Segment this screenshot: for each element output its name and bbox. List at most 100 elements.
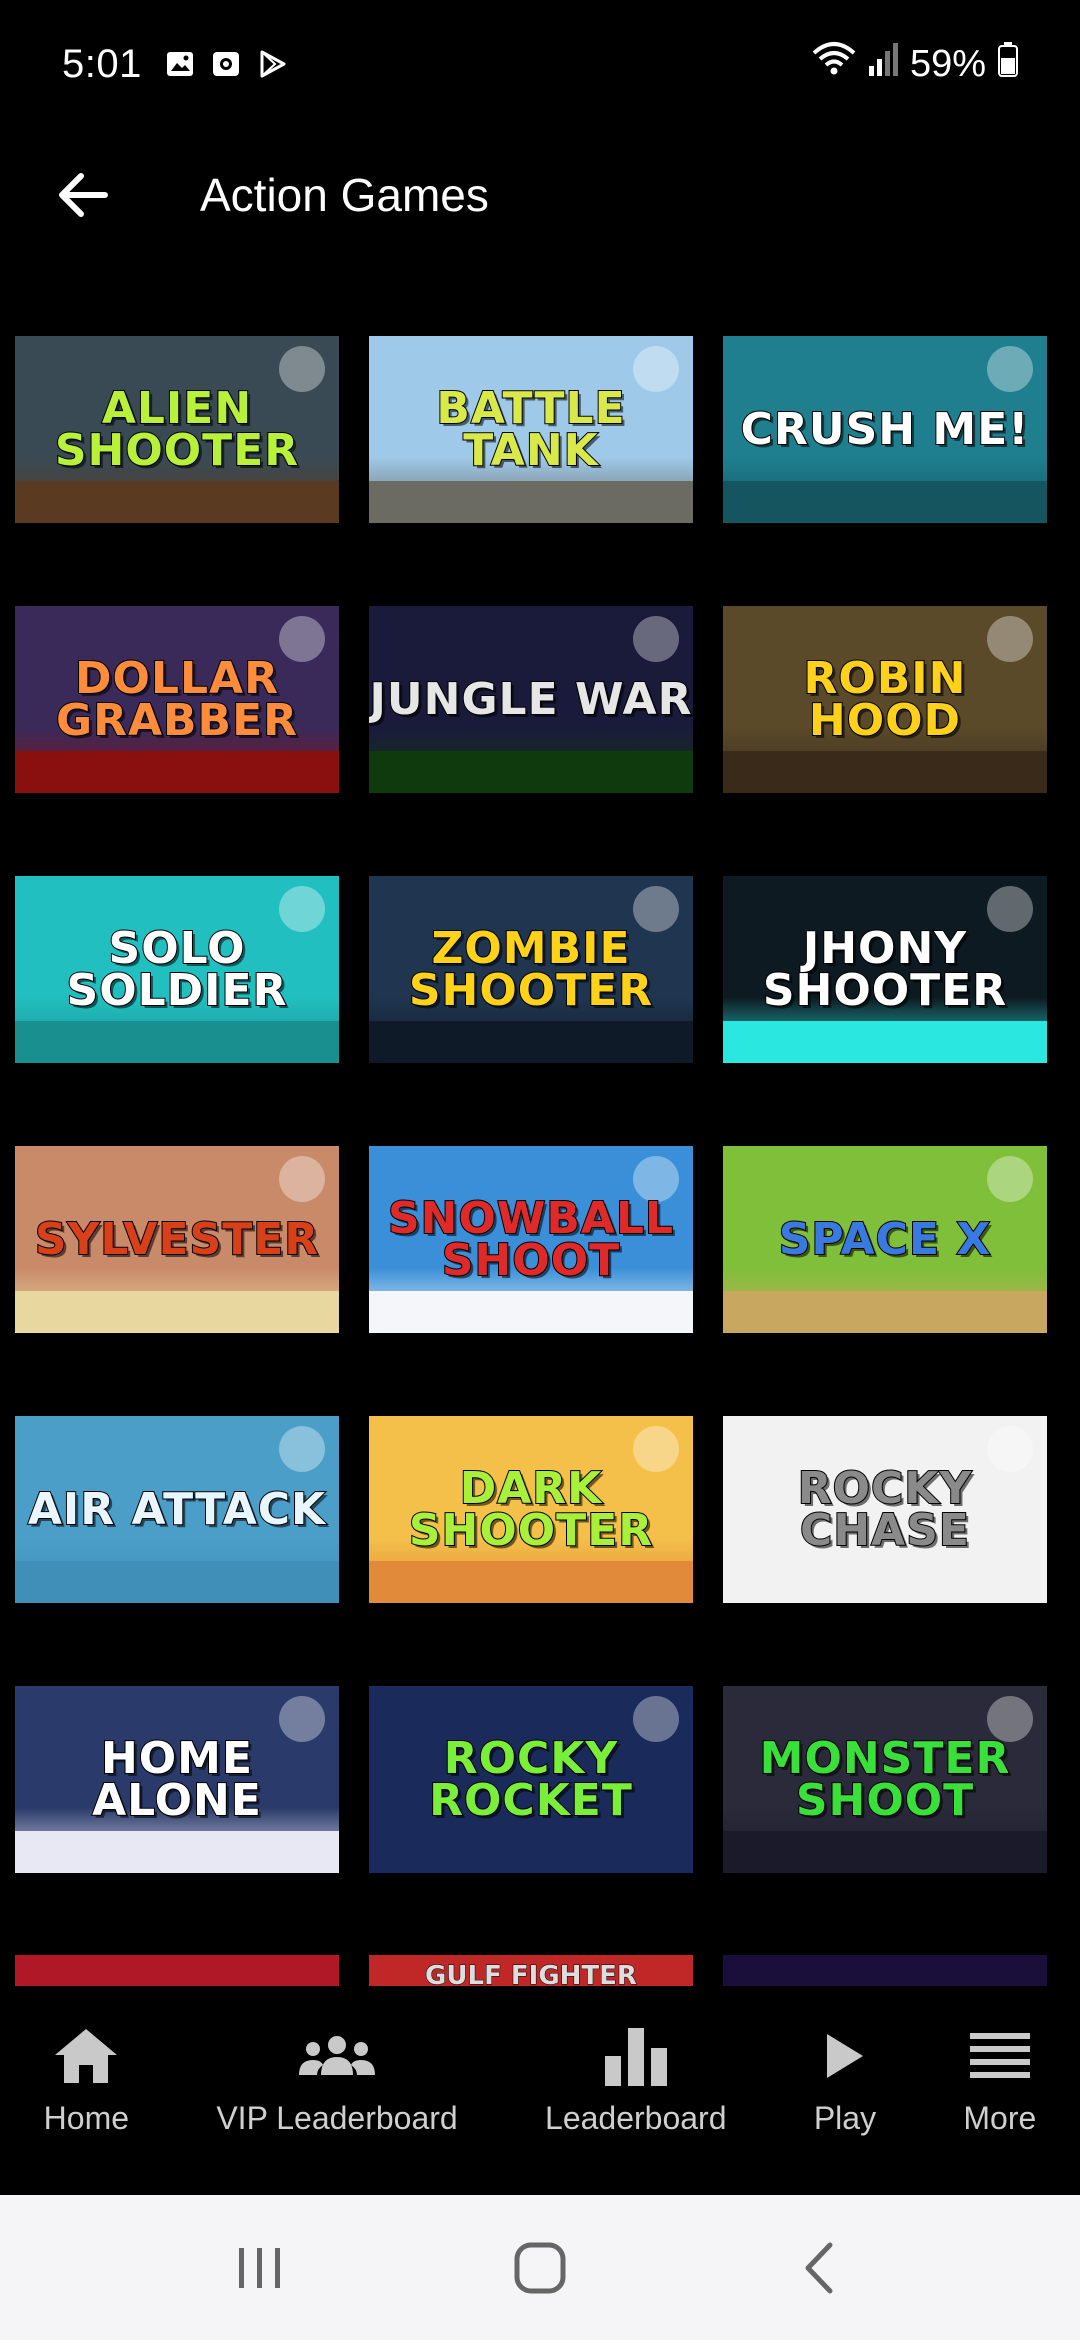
tile-decoration xyxy=(279,886,325,932)
tile-ground xyxy=(723,481,1047,523)
nav-more[interactable]: More xyxy=(963,2024,1036,2137)
game-tile[interactable]: DOLLAR GRABBER xyxy=(15,606,339,793)
game-title: GULF FIGHTER xyxy=(425,1961,638,1988)
game-tile[interactable]: ROCKY CHASE xyxy=(723,1416,1047,1603)
tile-decoration xyxy=(633,1426,679,1472)
game-title: SOLO SOLDIER xyxy=(66,922,288,1016)
game-tile[interactable]: ZOMBIE SHOOTER xyxy=(369,876,693,1063)
recents-icon xyxy=(239,2247,280,2288)
status-right: 59% xyxy=(812,41,1018,87)
system-nav-bar xyxy=(0,2195,1080,2340)
tile-decoration xyxy=(987,346,1033,392)
game-title: ALIEN SHOOTER xyxy=(54,382,300,476)
tile-ground xyxy=(723,1291,1047,1333)
tile-ground xyxy=(15,481,339,523)
game-title: SYLVESTER xyxy=(34,1213,320,1265)
page-title: Action Games xyxy=(200,169,489,221)
game-title xyxy=(723,1955,1047,1961)
app-bar: Action Games xyxy=(0,128,1080,262)
home-icon xyxy=(55,2029,118,2083)
game-title: Home Alone xyxy=(91,1732,262,1826)
nav-play[interactable]: Play xyxy=(814,2024,876,2137)
game-tile[interactable]: ALIEN SHOOTER xyxy=(15,336,339,523)
status-bar: 5:01 59% xyxy=(0,0,1080,128)
back-system-button[interactable] xyxy=(775,2223,865,2313)
game-tile[interactable]: SYLVESTER xyxy=(15,1146,339,1333)
tile-decoration xyxy=(987,886,1033,932)
tile-decoration xyxy=(633,346,679,392)
tile-decoration xyxy=(987,1426,1033,1472)
wifi-icon xyxy=(812,41,856,87)
nav-play-label: Play xyxy=(813,2100,877,2136)
tile-decoration xyxy=(279,1696,325,1742)
tile-ground xyxy=(15,1561,339,1603)
game-tile[interactable]: ROCKY ROCKET xyxy=(369,1686,693,1873)
game-title: DARK SHOOTER xyxy=(408,1462,654,1556)
game-title: JUNGLE WAR xyxy=(369,673,693,725)
game-tile-partial[interactable] xyxy=(723,1955,1047,1987)
tile-decoration xyxy=(633,616,679,662)
bottom-nav: Home VIP Leaderboard Leaderboard Play Mo… xyxy=(0,1986,1080,2195)
home-system-button[interactable] xyxy=(495,2223,585,2313)
game-title: ROCKY ROCKET xyxy=(428,1732,633,1826)
tile-ground xyxy=(15,1291,339,1333)
tile-ground xyxy=(369,1021,693,1063)
tile-decoration xyxy=(279,346,325,392)
group-icon xyxy=(299,2036,376,2075)
game-tile-partial[interactable] xyxy=(15,1955,339,1987)
game-tile[interactable]: JUNGLE WAR xyxy=(369,606,693,793)
recents-button[interactable] xyxy=(215,2223,305,2313)
nav-more-label: More xyxy=(963,2100,1037,2136)
tile-ground xyxy=(369,1291,693,1333)
game-tile[interactable]: BATTLE TANK xyxy=(369,336,693,523)
game-tile[interactable]: JHONY SHOOTER xyxy=(723,876,1047,1063)
game-tile[interactable]: SOLO SOLDIER xyxy=(15,876,339,1063)
game-tile-partial[interactable]: GULF FIGHTER xyxy=(369,1955,693,1987)
game-title: JHONY SHOOTER xyxy=(762,922,1008,1016)
tile-ground xyxy=(369,751,693,793)
screen-record-icon xyxy=(210,48,242,80)
nav-home[interactable]: Home xyxy=(44,2024,129,2137)
tile-ground xyxy=(15,1021,339,1063)
game-tile[interactable]: Home Alone xyxy=(15,1686,339,1873)
tile-ground xyxy=(723,1561,1047,1603)
tile-decoration xyxy=(279,1426,325,1472)
battery-icon xyxy=(998,41,1018,87)
tile-ground xyxy=(723,1021,1047,1063)
game-tile[interactable]: AIR ATTACK xyxy=(15,1416,339,1603)
back-button[interactable] xyxy=(42,154,124,236)
play-store-icon xyxy=(256,48,288,80)
tile-decoration xyxy=(633,886,679,932)
tile-ground xyxy=(369,481,693,523)
game-tile[interactable]: ROBIN HOOD xyxy=(723,606,1047,793)
nav-leaderboard[interactable]: Leaderboard xyxy=(545,2024,727,2137)
tile-decoration xyxy=(279,1156,325,1202)
back-chevron-icon xyxy=(805,2242,833,2293)
game-title: SNOWBALL SHOOT xyxy=(387,1192,675,1286)
game-title xyxy=(15,1955,339,1961)
nav-leaderboard-label: Leaderboard xyxy=(545,2100,727,2136)
game-tile[interactable]: CRUSH ME! xyxy=(723,336,1047,523)
game-title: BATTLE TANK xyxy=(435,382,626,476)
game-title: SPACE X xyxy=(778,1213,992,1265)
nav-vip-leaderboard-label: VIP Leaderboard xyxy=(216,2100,458,2136)
game-tile[interactable]: SNOWBALL SHOOT xyxy=(369,1146,693,1333)
home-circle-icon xyxy=(514,2242,566,2293)
tile-decoration xyxy=(633,1696,679,1742)
gallery-icon xyxy=(164,48,196,80)
nav-home-label: Home xyxy=(43,2100,130,2136)
tile-ground xyxy=(15,1831,339,1873)
tile-ground xyxy=(723,751,1047,793)
arrow-left-icon xyxy=(59,173,108,217)
nav-vip-leaderboard[interactable]: VIP Leaderboard xyxy=(216,2024,458,2137)
game-tile[interactable]: SPACE X xyxy=(723,1146,1047,1333)
tile-decoration xyxy=(987,1156,1033,1202)
play-icon xyxy=(826,2034,863,2078)
game-title: DOLLAR GRABBER xyxy=(55,652,299,746)
tile-decoration xyxy=(987,616,1033,662)
game-title: CRUSH ME! xyxy=(740,403,1030,455)
game-tile[interactable]: MONSTER SHOOT xyxy=(723,1686,1047,1873)
tile-decoration xyxy=(279,616,325,662)
game-tile[interactable]: DARK SHOOTER xyxy=(369,1416,693,1603)
game-title: ROCKY CHASE xyxy=(797,1462,973,1556)
